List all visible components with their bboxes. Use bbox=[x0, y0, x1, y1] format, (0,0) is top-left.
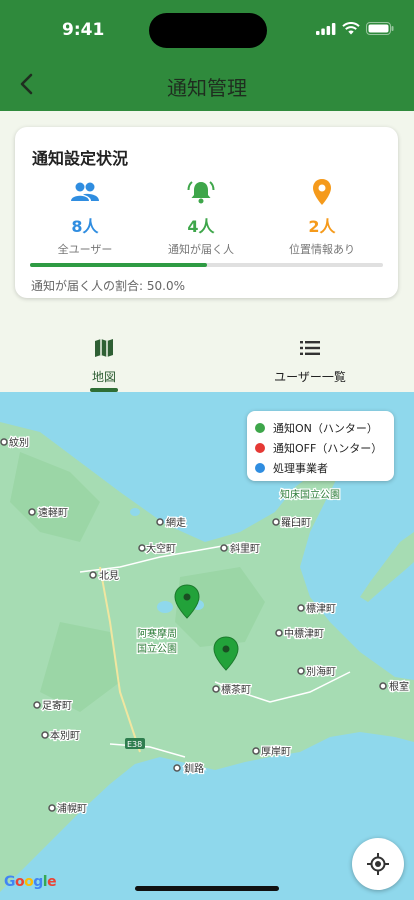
legend-label: 処理事業者 bbox=[273, 462, 328, 475]
progress-fill bbox=[30, 263, 207, 267]
map-legend: 通知ON（ハンター） 通知OFF（ハンター） 処理事業者 bbox=[247, 411, 394, 481]
stat-value: 4人 bbox=[187, 217, 215, 236]
map-label: 根室 bbox=[389, 680, 409, 693]
legend-item: 通知ON（ハンター） bbox=[255, 420, 378, 436]
stat-label: 通知が届く人 bbox=[168, 243, 234, 256]
map-label: 斜里町 bbox=[230, 542, 260, 555]
map-label: 網走 bbox=[166, 516, 186, 529]
map-label: 厚岸町 bbox=[261, 746, 291, 758]
status-icons bbox=[316, 22, 394, 35]
legend-dot-red bbox=[255, 443, 265, 453]
map-label: 羅臼町 bbox=[281, 517, 311, 529]
tab-label: 地図 bbox=[91, 370, 116, 384]
map-label: 釧路 bbox=[184, 762, 204, 775]
map-icon bbox=[95, 339, 113, 357]
map-label: 国立公園 bbox=[137, 642, 177, 655]
stat-all-users: 8人 全ユーザー bbox=[25, 177, 145, 257]
map-label: 大空町 bbox=[146, 542, 176, 555]
notification-status-card: 通知設定状況 8人 全ユーザー 4人 通知が届く人 2人 位置情報あり 通知が届… bbox=[15, 127, 398, 298]
tab-user-list[interactable]: ユーザー一覧 bbox=[250, 330, 370, 392]
battery-icon bbox=[366, 22, 394, 35]
lake bbox=[157, 601, 173, 613]
group-icon bbox=[71, 182, 99, 201]
map-label: 中標津町 bbox=[284, 627, 324, 640]
crosshair-icon bbox=[367, 853, 389, 875]
legend-dot-blue bbox=[255, 463, 265, 473]
map-label: 本別町 bbox=[50, 729, 80, 742]
stat-value: 8人 bbox=[71, 217, 99, 236]
lake bbox=[130, 508, 140, 516]
map-label: 遠軽町 bbox=[38, 506, 68, 519]
map-label: 知床国立公園 bbox=[280, 488, 340, 501]
highway-label: E38 bbox=[127, 740, 142, 749]
legend-dot-green bbox=[255, 423, 265, 433]
stat-notified-users: 4人 通知が届く人 bbox=[141, 177, 261, 257]
card-title: 通知設定状況 bbox=[32, 149, 129, 168]
map-label: 紋別 bbox=[9, 436, 29, 449]
legend-item: 通知OFF（ハンター） bbox=[255, 440, 382, 456]
view-tabs: 地図 ユーザー一覧 bbox=[0, 330, 414, 392]
dynamic-island bbox=[149, 13, 267, 48]
legend-item: 処理事業者 bbox=[255, 460, 328, 476]
notification-ratio-text: 通知が届く人の割合: 50.0% bbox=[31, 279, 185, 293]
location-pin-icon bbox=[313, 179, 331, 205]
legend-label: 通知OFF（ハンター） bbox=[273, 442, 383, 455]
map-label: 北見 bbox=[99, 570, 119, 582]
map-label: 足寄町 bbox=[42, 699, 72, 712]
legend-label: 通知ON（ハンター） bbox=[273, 422, 378, 435]
google-logo: Google bbox=[4, 874, 57, 890]
app-header: 9:41 通知管理 bbox=[0, 0, 414, 111]
tab-map[interactable]: 地図 bbox=[54, 330, 154, 392]
status-time: 9:41 bbox=[62, 20, 105, 40]
wifi-icon bbox=[342, 22, 360, 35]
tab-label: ユーザー一覧 bbox=[274, 370, 346, 384]
my-location-button[interactable] bbox=[352, 838, 404, 890]
home-indicator bbox=[135, 886, 279, 891]
stat-label: 位置情報あり bbox=[289, 243, 355, 256]
bell-icon bbox=[187, 181, 215, 204]
list-icon bbox=[300, 341, 320, 355]
stat-label: 全ユーザー bbox=[57, 243, 113, 256]
map-label: 別海町 bbox=[306, 665, 336, 678]
notification-ratio-progress bbox=[30, 263, 383, 267]
map-label: 浦幌町 bbox=[57, 802, 87, 815]
map-label: 標津町 bbox=[306, 602, 336, 615]
stat-location-users: 2人 位置情報あり bbox=[262, 177, 382, 257]
map-label: 標茶町 bbox=[221, 683, 251, 696]
page-title: 通知管理 bbox=[167, 76, 247, 100]
cellular-signal-icon bbox=[316, 22, 336, 35]
map-label: 阿寒摩周 bbox=[137, 627, 177, 640]
stat-value: 2人 bbox=[308, 217, 336, 236]
